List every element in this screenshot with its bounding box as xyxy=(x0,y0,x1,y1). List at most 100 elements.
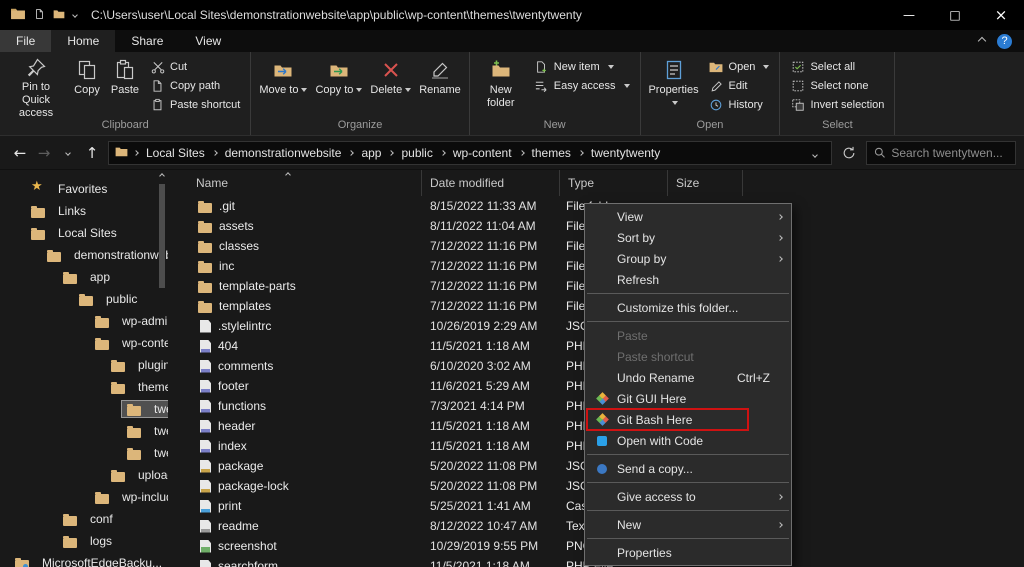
copy-label: Copy xyxy=(74,84,100,97)
sidebar-item[interactable]: MicrosoftEdgeBacku... xyxy=(0,552,168,567)
breadcrumb-item[interactable]: Local Sites xyxy=(130,146,209,160)
new-group-label: New xyxy=(473,118,637,135)
search-input[interactable] xyxy=(891,146,1008,160)
sidebar-item[interactable]: twentytwen... xyxy=(0,442,168,464)
sidebar-item[interactable]: twentytwen... xyxy=(0,398,168,420)
sidebar-item[interactable]: conf xyxy=(0,508,168,530)
context-menu-item[interactable]: Paste shortcut xyxy=(585,346,791,367)
breadcrumb-item[interactable]: themes xyxy=(516,146,575,160)
maximize-button[interactable]: □ xyxy=(932,0,978,30)
address-history-chevron-icon[interactable] xyxy=(805,146,825,160)
quick-access-properties-icon[interactable] xyxy=(34,8,45,23)
tab-file[interactable]: File xyxy=(0,30,51,52)
properties-button[interactable]: Properties xyxy=(646,55,702,117)
back-button[interactable]: ← xyxy=(8,141,32,165)
context-menu-item[interactable]: Sort by xyxy=(585,227,791,248)
column-header-type[interactable]: Type xyxy=(560,170,668,196)
edit-button[interactable]: Edit xyxy=(704,77,775,95)
context-menu-item[interactable]: New xyxy=(585,514,791,535)
context-menu-item[interactable]: Undo Rename Ctrl+Z xyxy=(585,367,791,388)
easy-access-button[interactable]: Easy access xyxy=(529,77,635,95)
sidebar-item[interactable]: wp-content xyxy=(0,332,168,354)
breadcrumb-item[interactable]: demonstrationwebsite xyxy=(209,146,346,160)
sidebar-item[interactable]: wp-admin xyxy=(0,310,168,332)
paste-button[interactable]: Paste xyxy=(107,55,143,117)
invert-selection-button[interactable]: Invert selection xyxy=(785,96,889,114)
sidebar-item[interactable]: logs xyxy=(0,530,168,552)
close-button[interactable]: × xyxy=(978,0,1024,30)
scrollbar-up-icon[interactable] xyxy=(159,173,165,179)
column-header-size[interactable]: Size xyxy=(668,170,743,196)
copy-path-button[interactable]: Copy path xyxy=(145,77,245,95)
breadcrumb-item[interactable]: public xyxy=(385,146,436,160)
tab-share[interactable]: Share xyxy=(115,30,179,52)
history-button[interactable]: History xyxy=(704,96,775,114)
context-menu-item[interactable]: Open with Code xyxy=(585,430,791,451)
sidebar-item[interactable]: Local Sites xyxy=(0,222,168,244)
context-menu-item[interactable]: Git Bash Here xyxy=(585,409,791,430)
minimize-button[interactable]: — xyxy=(886,0,932,30)
sidebar-item[interactable]: themes xyxy=(0,376,168,398)
context-menu-item[interactable]: Paste xyxy=(585,325,791,346)
sidebar-scrollbar-thumb[interactable] xyxy=(159,184,165,288)
select-all-button[interactable]: Select all xyxy=(785,58,889,76)
sidebar-item[interactable]: uploads xyxy=(0,464,168,486)
context-menu-item[interactable] xyxy=(587,321,789,322)
pin-to-quick-access-button[interactable]: Pin to Quick access xyxy=(5,55,67,117)
column-header-name[interactable]: Name xyxy=(168,170,422,196)
context-menu-item[interactable] xyxy=(587,293,789,294)
context-menu-item[interactable] xyxy=(587,538,789,539)
file-date-modified: 8/15/2022 11:33 AM xyxy=(422,199,560,213)
context-menu-item[interactable]: Customize this folder... xyxy=(585,297,791,318)
copy-button[interactable]: Copy xyxy=(69,55,105,117)
quick-access-folder-icon[interactable] xyxy=(53,8,65,22)
move-to-button[interactable]: Move to xyxy=(256,55,310,117)
copy-to-button[interactable]: Copy to xyxy=(312,55,365,117)
forward-button[interactable]: → xyxy=(32,141,56,165)
tab-view[interactable]: View xyxy=(179,30,237,52)
paste-shortcut-button[interactable]: Paste shortcut xyxy=(145,96,245,114)
sidebar-item[interactable]: public xyxy=(0,288,168,310)
select-none-button[interactable]: Select none xyxy=(785,77,889,95)
up-button[interactable]: ↑ xyxy=(80,141,104,165)
new-folder-button[interactable]: New folder xyxy=(475,55,527,117)
sidebar-item[interactable]: demonstrationwebs... xyxy=(0,244,168,266)
address-box[interactable]: Local Sites demonstrationwebsite app pub… xyxy=(108,141,832,165)
breadcrumb-item[interactable]: wp-content xyxy=(437,146,516,160)
cut-icon xyxy=(150,60,165,75)
breadcrumb-item[interactable]: twentytwenty xyxy=(575,146,664,160)
context-menu-item[interactable]: Group by xyxy=(585,248,791,269)
sidebar-scrollbar[interactable] xyxy=(158,170,167,567)
context-menu-item[interactable]: View xyxy=(585,206,791,227)
file-type-icon xyxy=(200,340,211,353)
context-menu-item[interactable] xyxy=(587,510,789,511)
search-box[interactable] xyxy=(866,141,1016,165)
context-menu-item[interactable]: Git GUI Here xyxy=(585,388,791,409)
refresh-button[interactable] xyxy=(836,141,862,165)
delete-button[interactable]: Delete xyxy=(367,55,414,117)
breadcrumb-item[interactable]: app xyxy=(345,146,385,160)
context-menu-item[interactable]: Give access to xyxy=(585,486,791,507)
quick-access-toolbar-chevron-icon[interactable] xyxy=(72,12,78,18)
rename-button[interactable]: Rename xyxy=(416,55,464,117)
cut-button[interactable]: Cut xyxy=(145,58,245,76)
sidebar-item[interactable]: Links xyxy=(0,200,168,222)
help-icon[interactable]: ? xyxy=(997,34,1012,49)
sidebar-item[interactable]: Favorites xyxy=(0,178,168,200)
context-menu-item[interactable] xyxy=(587,482,789,483)
sidebar-item[interactable]: wp-includes xyxy=(0,486,168,508)
context-menu-item[interactable]: Refresh xyxy=(585,269,791,290)
open-button[interactable]: Open xyxy=(704,58,775,76)
sidebar-item[interactable]: twentytwen... xyxy=(0,420,168,442)
sidebar-item[interactable]: app xyxy=(0,266,168,288)
new-item-button[interactable]: New item xyxy=(529,58,635,76)
column-header-date-modified[interactable]: Date modified xyxy=(422,170,560,196)
recent-locations-chevron-icon[interactable] xyxy=(56,141,80,165)
tab-home[interactable]: Home xyxy=(51,30,115,52)
context-menu-item[interactable]: Properties xyxy=(585,542,791,563)
context-menu-item-label: View xyxy=(617,210,762,224)
context-menu-item[interactable]: Send a copy... xyxy=(585,458,791,479)
sidebar-item[interactable]: plugins xyxy=(0,354,168,376)
context-menu-item[interactable] xyxy=(587,454,789,455)
minimize-ribbon-icon[interactable] xyxy=(978,37,986,45)
